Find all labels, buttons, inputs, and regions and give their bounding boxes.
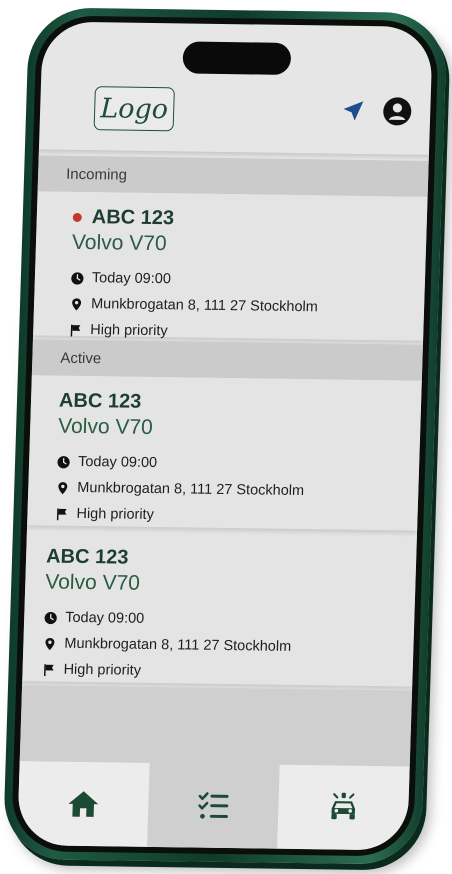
time-row: Today 09:00 <box>44 604 293 633</box>
card-content: ABC 123 Volvo V70 Today 09:00 Munkbrogat… <box>69 206 321 346</box>
plate-number: ABC 123 <box>72 206 321 232</box>
bottom-tab-bar <box>17 761 410 851</box>
priority-row: High priority <box>55 501 304 530</box>
section-title: Incoming <box>65 165 128 184</box>
time-text: Today 09:00 <box>64 609 145 627</box>
priority-row: High priority <box>42 656 291 685</box>
new-status-dot <box>72 212 82 223</box>
time-row: Today 09:00 <box>57 449 306 478</box>
address-row: Munkbrogatan 8, 111 27 Stockholm <box>70 291 319 320</box>
priority-text: High priority <box>63 661 142 679</box>
address-text: Munkbrogatan 8, 111 27 Stockholm <box>77 479 305 500</box>
address-row: Munkbrogatan 8, 111 27 Stockholm <box>43 630 292 659</box>
flag-icon <box>70 324 81 336</box>
plate-number: ABC 123 <box>59 390 308 416</box>
time-text: Today 09:00 <box>77 453 158 472</box>
clock-icon <box>57 455 70 468</box>
tab-home[interactable] <box>17 761 150 847</box>
plate-text: ABC 123 <box>58 389 142 413</box>
phone-device: Logo Incoming ABC 123 Volvo V70 Today 09… <box>2 7 448 865</box>
section-title: Active <box>60 349 102 367</box>
location-pin-icon <box>72 297 82 311</box>
address-text: Munkbrogatan 8, 111 27 Stockholm <box>64 635 292 655</box>
emergency-car-icon <box>331 792 356 820</box>
location-pin-icon <box>58 481 68 494</box>
active-vehicle-card[interactable]: ABC 123 Volvo V70 Today 09:00 Munkbrogat… <box>27 375 422 531</box>
flag-icon <box>44 663 54 676</box>
clock-icon <box>44 611 57 624</box>
app-screen: Logo Incoming ABC 123 Volvo V70 Today 09… <box>17 21 433 851</box>
card-content: ABC 123 Volvo V70 Today 09:00 Munkbrogat… <box>42 546 294 686</box>
location-pin-icon <box>45 637 55 650</box>
active-vehicle-card[interactable]: ABC 123 Volvo V70 Today 09:00 Munkbrogat… <box>22 531 417 687</box>
time-text: Today 09:00 <box>91 270 172 288</box>
priority-text: High priority <box>76 505 155 523</box>
plate-text: ABC 123 <box>45 545 129 569</box>
time-row: Today 09:00 <box>70 265 319 294</box>
vehicle-model: Volvo V70 <box>71 230 167 256</box>
vehicle-model: Volvo V70 <box>44 570 141 595</box>
incoming-vehicle-card[interactable]: ABC 123 Volvo V70 Today 09:00 Munkbrogat… <box>33 191 428 341</box>
address-row: Munkbrogatan 8, 111 27 Stockholm <box>56 475 305 504</box>
flag-icon <box>56 507 67 520</box>
tab-vehicles[interactable] <box>277 765 410 851</box>
task-list-icon <box>198 792 229 819</box>
app-header: Logo <box>39 77 431 154</box>
section-header-active: Active <box>31 339 423 381</box>
dynamic-island <box>182 41 292 75</box>
card-content: ABC 123 Volvo V70 Today 09:00 Munkbrogat… <box>55 390 307 530</box>
logo: Logo <box>93 86 175 132</box>
account-icon[interactable] <box>382 96 413 126</box>
clock-icon <box>71 271 84 285</box>
priority-text: High priority <box>90 322 168 340</box>
home-icon <box>68 791 99 817</box>
plate-number: ABC 123 <box>46 546 295 572</box>
vehicle-model: Volvo V70 <box>57 414 154 439</box>
plate-text: ABC 123 <box>91 206 175 230</box>
tab-tasks[interactable] <box>147 762 280 849</box>
navigation-arrow-icon[interactable] <box>340 98 367 124</box>
address-text: Munkbrogatan 8, 111 27 Stockholm <box>90 296 319 316</box>
section-header-incoming: Incoming <box>37 155 429 197</box>
